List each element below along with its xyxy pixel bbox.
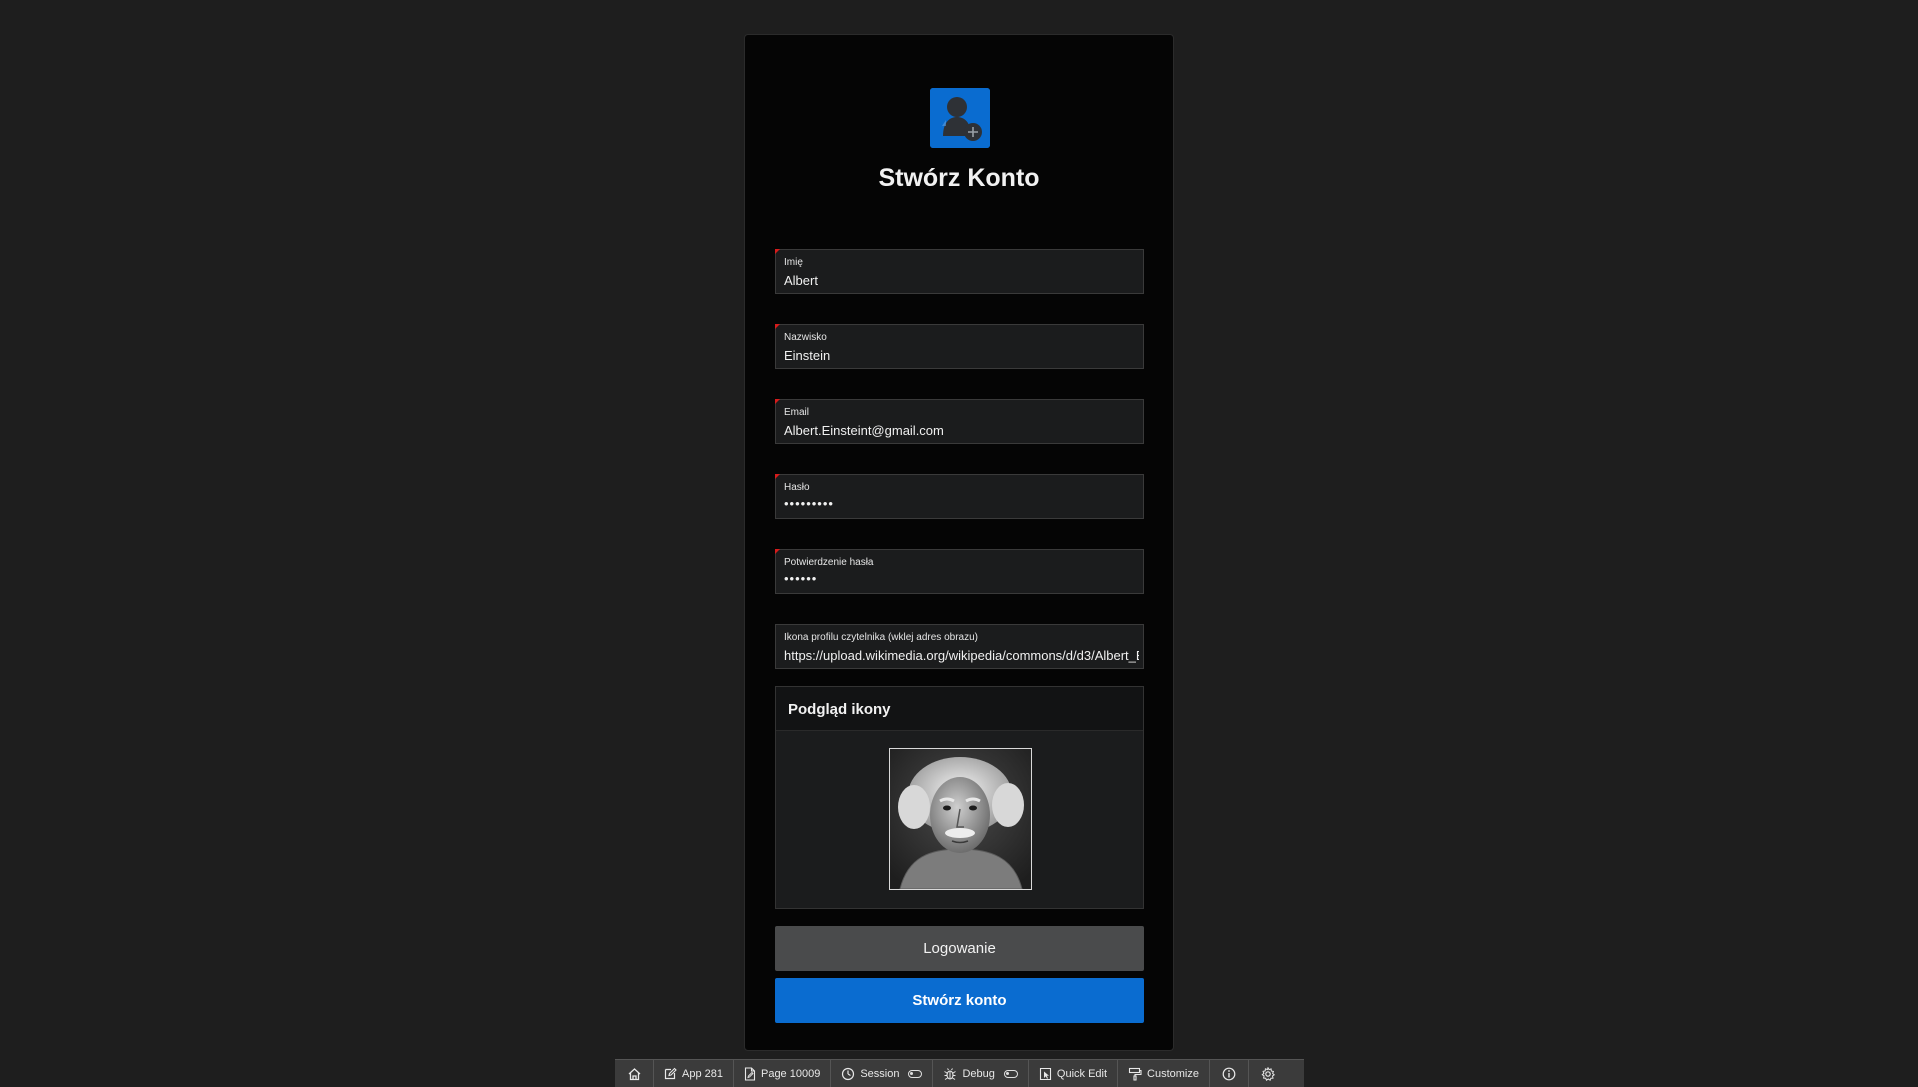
home-button[interactable] bbox=[615, 1060, 654, 1087]
gear-icon bbox=[1261, 1066, 1275, 1081]
session-icon bbox=[841, 1067, 855, 1081]
add-user-icon bbox=[930, 88, 990, 148]
debug-button[interactable]: Debug bbox=[933, 1060, 1029, 1087]
icon-preview-title: Podgląd ikony bbox=[788, 701, 891, 718]
session-button[interactable]: Session bbox=[831, 1060, 934, 1087]
first-name-input[interactable]: Albert bbox=[784, 273, 1139, 288]
confirm-password-field[interactable]: Potwierdzenie hasła •••••• bbox=[775, 549, 1144, 594]
quick-edit-button[interactable]: Quick Edit bbox=[1029, 1060, 1119, 1087]
profile-icon-url-field[interactable]: Ikona profilu czytelnika (wklej adres ob… bbox=[775, 624, 1144, 669]
profile-icon-url-label: Ikona profilu czytelnika (wklej adres ob… bbox=[784, 632, 978, 643]
session-toggle-icon[interactable] bbox=[908, 1069, 923, 1078]
home-icon bbox=[627, 1067, 642, 1081]
app-button[interactable]: App 281 bbox=[654, 1060, 734, 1087]
bug-icon bbox=[943, 1067, 957, 1081]
edit-icon bbox=[664, 1067, 677, 1080]
page-edit-icon bbox=[744, 1066, 756, 1081]
debug-toggle-icon[interactable] bbox=[1003, 1069, 1018, 1078]
signup-card: Stwórz Konto Imię Albert Nazwisko Einste… bbox=[744, 34, 1174, 1051]
password-input[interactable]: ••••••••• bbox=[784, 496, 1139, 511]
required-marker bbox=[775, 549, 780, 554]
profile-photo bbox=[889, 748, 1032, 890]
create-account-button[interactable]: Stwórz konto bbox=[775, 978, 1144, 1023]
email-field[interactable]: Email Albert.Einsteint@gmail.com bbox=[775, 399, 1144, 444]
page-button[interactable]: Page 10009 bbox=[734, 1060, 832, 1087]
password-label: Hasło bbox=[784, 482, 810, 493]
info-icon bbox=[1222, 1067, 1236, 1081]
page-label: Page 10009 bbox=[760, 1067, 821, 1080]
confirm-password-input[interactable]: •••••• bbox=[784, 571, 1139, 586]
session-label: Session bbox=[860, 1067, 900, 1080]
info-button[interactable] bbox=[1210, 1060, 1249, 1087]
confirm-password-label: Potwierdzenie hasła bbox=[784, 557, 874, 568]
required-marker bbox=[775, 324, 780, 329]
required-marker bbox=[775, 474, 780, 479]
icon-preview-region: Podgląd ikony bbox=[775, 686, 1144, 909]
debug-label: Debug bbox=[962, 1067, 995, 1080]
required-marker bbox=[775, 399, 780, 404]
paint-roller-icon bbox=[1128, 1067, 1142, 1081]
customize-button[interactable]: Customize bbox=[1118, 1060, 1210, 1087]
password-field[interactable]: Hasło ••••••••• bbox=[775, 474, 1144, 519]
developer-toolbar: App 281 Page 10009 Session Debug Quick E… bbox=[615, 1059, 1304, 1087]
icon-preview-header: Podgląd ikony bbox=[776, 687, 1143, 731]
required-marker bbox=[775, 249, 780, 254]
last-name-label: Nazwisko bbox=[784, 332, 827, 343]
settings-button[interactable] bbox=[1249, 1060, 1287, 1087]
page-title: Stwórz Konto bbox=[878, 164, 1040, 192]
quick-edit-icon bbox=[1039, 1067, 1052, 1081]
page: Stwórz Konto Imię Albert Nazwisko Einste… bbox=[0, 0, 1918, 1087]
customize-label: Customize bbox=[1147, 1067, 1199, 1080]
login-button[interactable]: Logowanie bbox=[775, 926, 1144, 971]
quick-edit-label: Quick Edit bbox=[1056, 1067, 1108, 1080]
last-name-input[interactable]: Einstein bbox=[784, 348, 1139, 363]
app-label: App 281 bbox=[682, 1067, 723, 1080]
email-label: Email bbox=[784, 407, 810, 418]
first-name-label: Imię bbox=[784, 257, 803, 268]
last-name-field[interactable]: Nazwisko Einstein bbox=[775, 324, 1144, 369]
first-name-field[interactable]: Imię Albert bbox=[775, 249, 1144, 294]
profile-icon-url-input[interactable]: https://upload.wikimedia.org/wikipedia/c… bbox=[784, 648, 1139, 663]
email-input[interactable]: Albert.Einsteint@gmail.com bbox=[784, 423, 1139, 438]
